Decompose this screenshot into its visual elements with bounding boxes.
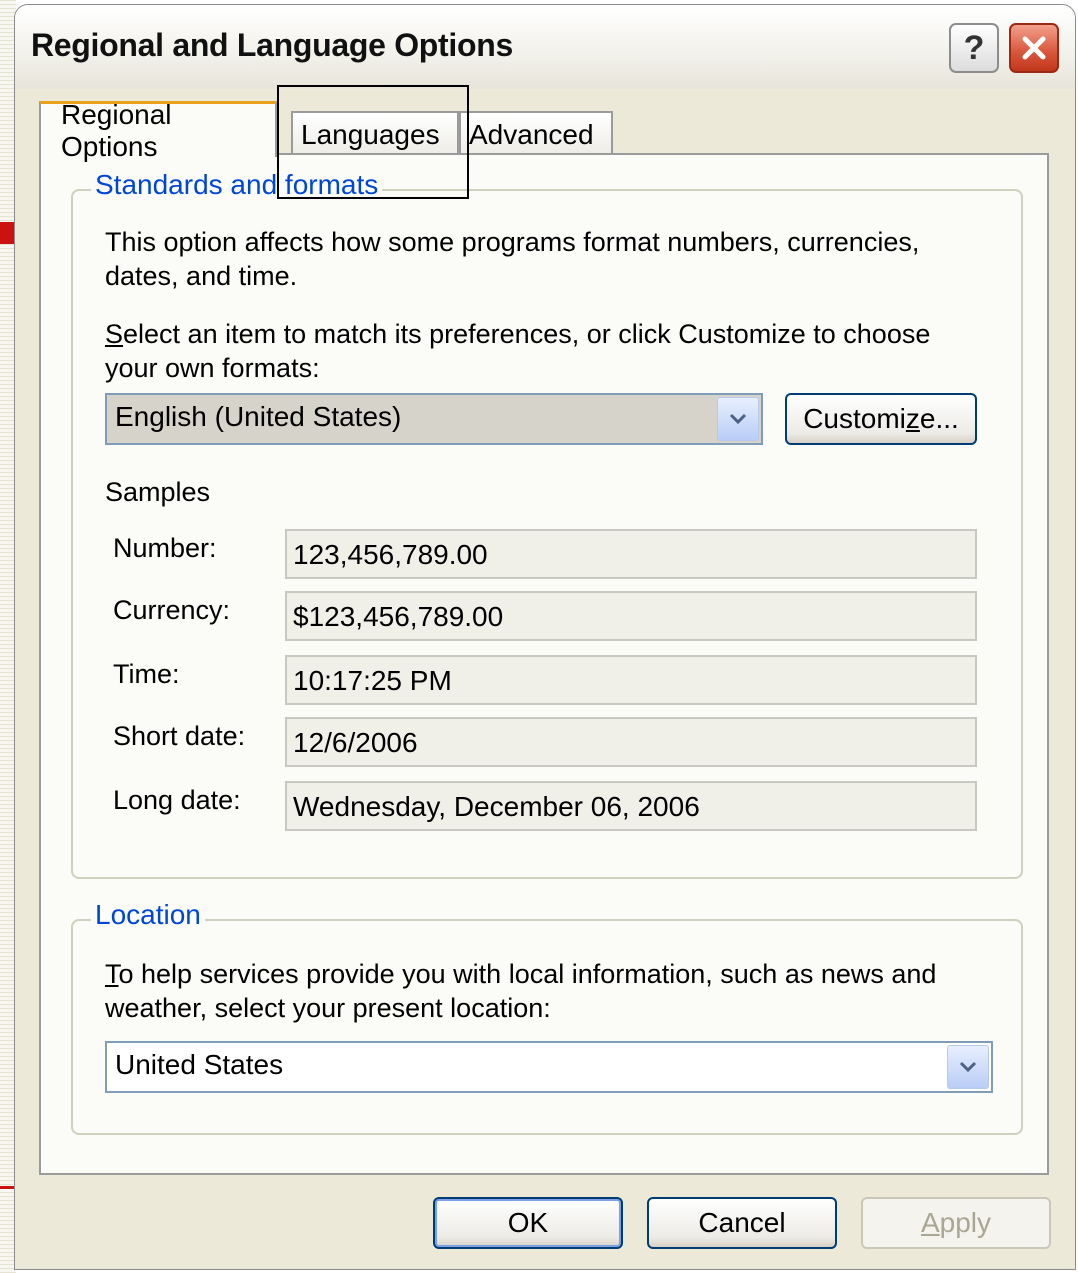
sample-field-currency: $123,456,789.00 xyxy=(285,591,977,641)
sample-value-number: 123,456,789.00 xyxy=(293,539,488,570)
apply-label-text: pply xyxy=(939,1207,992,1238)
sample-value-currency: $123,456,789.00 xyxy=(293,601,504,632)
help-icon: ? xyxy=(963,28,985,67)
select-prompt: Select an item to match its preferences,… xyxy=(105,317,985,385)
format-select[interactable]: English (United States) xyxy=(105,393,763,445)
sample-value-long-date: Wednesday, December 06, 2006 xyxy=(293,791,700,822)
location-select-value: United States xyxy=(115,1049,284,1080)
location-legend: Location xyxy=(91,899,205,931)
customize-button[interactable]: Customi z e... xyxy=(785,393,977,445)
chevron-down-icon xyxy=(729,413,747,425)
ok-label: OK xyxy=(507,1207,549,1238)
select-prompt-text: elect an item to match its preferences, … xyxy=(105,319,931,383)
sample-label-time: Time: xyxy=(113,659,180,689)
apply-button[interactable]: Apply xyxy=(861,1197,1051,1249)
samples-label: Samples xyxy=(105,477,211,507)
location-select[interactable]: United States xyxy=(105,1041,993,1093)
chevron-down-icon[interactable] xyxy=(947,1045,989,1089)
sample-label-short-date: Short date: xyxy=(113,721,246,751)
tab-label: Advanced xyxy=(469,119,594,150)
location-description-text: o help services provide you with local i… xyxy=(105,959,937,1023)
title-bar[interactable]: Regional and Language Options ? xyxy=(15,5,1075,89)
standards-description: This option affects how some programs fo… xyxy=(105,227,920,291)
apply-label-mnemonic: A xyxy=(920,1207,940,1238)
select-prompt-mnemonic: S xyxy=(105,319,124,349)
tab-regional-options[interactable]: Regional Options xyxy=(39,99,277,162)
dialog-window: Regional and Language Options ? Regional… xyxy=(14,4,1076,1270)
cancel-button[interactable]: Cancel xyxy=(647,1197,837,1249)
sample-field-short-date: 12/6/2006 xyxy=(285,717,977,767)
tab-label: Regional Options xyxy=(61,98,172,162)
sample-label-long-date: Long date: xyxy=(113,785,241,815)
sample-value-short-date: 12/6/2006 xyxy=(293,727,418,758)
customize-label-mnemonic: z xyxy=(905,403,920,434)
customize-label-pre: Customi xyxy=(803,403,906,434)
sample-label-number: Number: xyxy=(113,533,217,563)
cancel-label: Cancel xyxy=(698,1207,786,1238)
chevron-down-icon xyxy=(959,1061,977,1073)
customize-label-post: e... xyxy=(919,403,959,434)
window-title: Regional and Language Options xyxy=(31,27,513,63)
standards-group: Standards and formats This option affect… xyxy=(71,169,1023,879)
tab-advanced[interactable]: Advanced xyxy=(459,111,613,157)
sample-field-long-date: Wednesday, December 06, 2006 xyxy=(285,781,977,831)
ok-button[interactable]: OK xyxy=(433,1197,623,1249)
location-description-mnemonic: T xyxy=(105,959,119,989)
location-description: To help services provide you with local … xyxy=(105,957,1005,1025)
close-button[interactable] xyxy=(1009,23,1059,73)
sample-value-time: 10:17:25 PM xyxy=(293,665,452,696)
highlight-box xyxy=(277,85,469,199)
red-marker xyxy=(0,222,14,244)
sample-field-time: 10:17:25 PM xyxy=(285,655,977,705)
help-button[interactable]: ? xyxy=(949,23,999,73)
sample-label-currency: Currency: xyxy=(113,595,231,625)
format-select-value: English (United States) xyxy=(115,401,402,432)
tab-panel: Standards and formats This option affect… xyxy=(39,153,1049,1175)
close-icon xyxy=(1022,36,1046,60)
location-group: Location To help services provide you wi… xyxy=(71,899,1023,1135)
sample-field-number: 123,456,789.00 xyxy=(285,529,977,579)
chevron-down-icon[interactable] xyxy=(717,397,759,441)
